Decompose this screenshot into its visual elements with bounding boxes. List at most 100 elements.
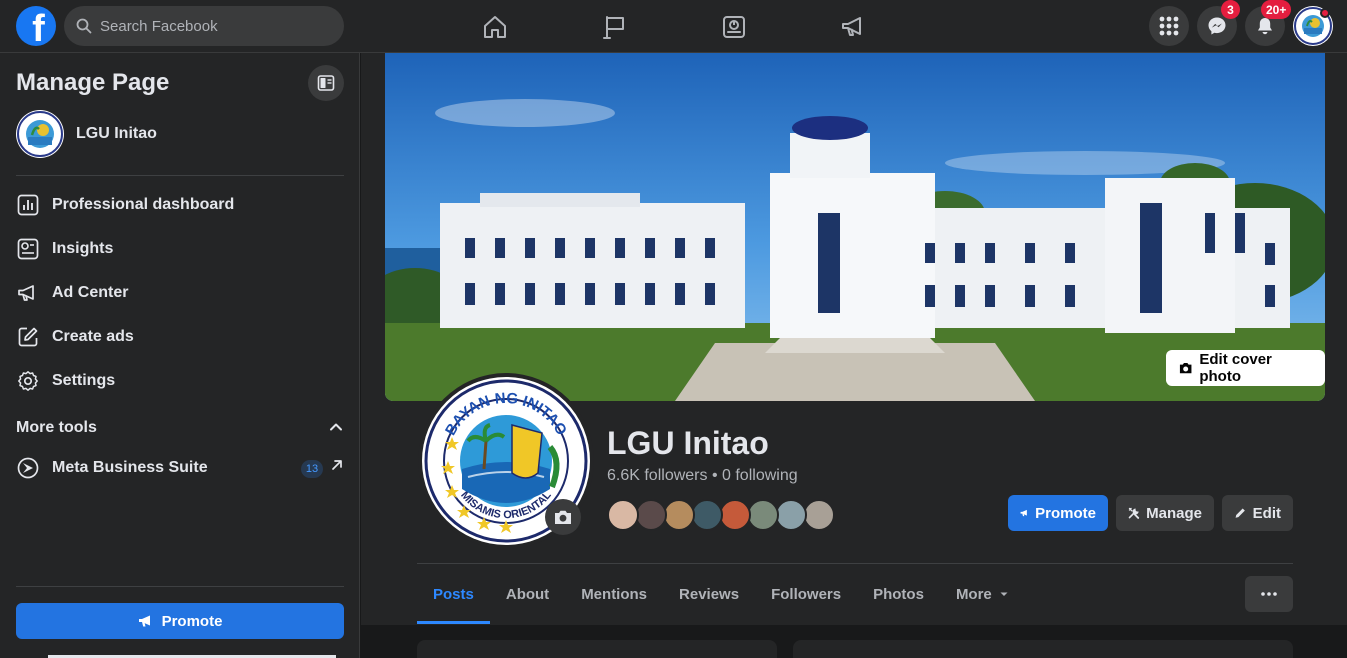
page-avatar xyxy=(16,110,64,158)
composer-card xyxy=(793,640,1293,658)
pencil-square-icon xyxy=(16,325,40,349)
tab-about[interactable]: About xyxy=(490,564,565,624)
follower-avatar[interactable] xyxy=(803,499,835,531)
sidebar-item-label: Create ads xyxy=(52,328,134,345)
sidebar-item-create-ads[interactable]: Create ads xyxy=(8,315,352,359)
sidebar-page-name: LGU Initao xyxy=(76,125,157,142)
follower-avatar[interactable] xyxy=(775,499,807,531)
tab-reviews[interactable]: Reviews xyxy=(663,564,755,624)
collapse-sidebar-button[interactable] xyxy=(308,65,344,101)
menu-button[interactable] xyxy=(1149,6,1189,46)
insights-icon xyxy=(16,237,40,261)
sidebar-item-professional-dashboard[interactable]: Professional dashboard xyxy=(8,183,352,227)
gear-icon xyxy=(16,369,40,393)
edit-cover-photo-button[interactable]: Edit cover photo xyxy=(1166,350,1325,386)
tab-followers[interactable]: Followers xyxy=(755,564,857,624)
messenger-button[interactable]: 3 xyxy=(1197,0,1240,46)
sidebar-item-label: Settings xyxy=(52,372,116,389)
edit-button[interactable]: Edit xyxy=(1222,495,1293,531)
sidebar-promote-label: Promote xyxy=(161,612,223,630)
megaphone-icon xyxy=(1020,509,1027,517)
caret-down-icon xyxy=(1000,592,1008,596)
more-tools-heading[interactable]: More tools xyxy=(16,419,97,437)
external-link-icon xyxy=(332,460,342,470)
follower-avatar[interactable] xyxy=(719,499,751,531)
chevron-up-icon[interactable] xyxy=(328,419,344,435)
more-options-button[interactable] xyxy=(1245,576,1293,612)
meta-business-suite-icon xyxy=(16,456,40,480)
megaphone-icon xyxy=(138,615,150,627)
promote-label: Promote xyxy=(1035,504,1096,522)
cover-photo-image xyxy=(385,53,1325,401)
sidebar-item-insights[interactable]: Insights xyxy=(8,227,352,271)
search-input[interactable] xyxy=(100,17,320,35)
chart-icon xyxy=(16,193,40,217)
facebook-logo[interactable]: f xyxy=(16,6,56,46)
nav-pages[interactable] xyxy=(559,0,671,53)
sidebar-item-ad-center[interactable]: Ad Center xyxy=(8,271,352,315)
sidebar-divider xyxy=(16,175,344,176)
sidebar-page-switcher[interactable]: LGU Initao xyxy=(16,110,157,158)
notifications-badge: 20+ xyxy=(1261,0,1292,19)
camera-icon xyxy=(1179,363,1192,374)
messenger-icon xyxy=(1208,17,1226,35)
sidebar-item-label: Ad Center xyxy=(52,284,129,301)
facebook-logo-letter: f xyxy=(32,8,45,46)
follower-avatar[interactable] xyxy=(607,499,639,531)
intro-card xyxy=(417,640,777,658)
page-stats: 6.6K followers • 0 following xyxy=(607,467,798,485)
camera-icon xyxy=(555,510,571,524)
sidebar-toggle-icon xyxy=(317,75,335,91)
bell-icon xyxy=(1258,18,1272,35)
pencil-icon xyxy=(1235,508,1245,518)
follower-avatar[interactable] xyxy=(691,499,723,531)
nav-dashboard[interactable] xyxy=(678,0,790,53)
tab-more[interactable]: More xyxy=(940,564,1026,624)
stats-separator: • xyxy=(711,467,718,484)
search-box[interactable] xyxy=(64,6,344,46)
manage-page-sidebar: Manage Page LGU Initao Professional dash… xyxy=(0,53,360,658)
follower-avatar[interactable] xyxy=(635,499,667,531)
pages-flag-icon xyxy=(603,15,624,39)
page-tabs: Posts About Mentions Reviews Followers P… xyxy=(417,564,1026,624)
manage-button[interactable]: Manage xyxy=(1116,495,1214,531)
following-count-link[interactable]: 0 following xyxy=(722,467,798,484)
update-profile-picture-button[interactable] xyxy=(545,499,581,535)
notifications-button[interactable]: 20+ xyxy=(1245,0,1292,46)
ellipsis-icon xyxy=(1261,592,1277,596)
sidebar-title: Manage Page xyxy=(16,69,170,96)
messenger-badge: 3 xyxy=(1221,0,1240,19)
tab-posts[interactable]: Posts xyxy=(417,564,490,624)
tab-more-label: More xyxy=(955,585,992,603)
tab-mentions[interactable]: Mentions xyxy=(565,564,663,624)
sidebar-item-label: Meta Business Suite xyxy=(52,459,208,476)
page-header: Edit cover photo BAYAN NG INITAO MISAMIS… xyxy=(361,53,1347,625)
follower-avatar[interactable] xyxy=(747,499,779,531)
sidebar-item-settings[interactable]: Settings xyxy=(8,359,352,403)
nav-ad-center[interactable] xyxy=(797,0,909,53)
sidebar-item-label: Insights xyxy=(52,240,114,257)
search-icon xyxy=(76,18,92,34)
meta-business-count-badge: 13 xyxy=(301,460,323,478)
home-icon xyxy=(484,15,506,38)
promote-button[interactable]: Promote xyxy=(1008,495,1108,531)
tools-icon xyxy=(1128,507,1140,519)
account-alert-dot xyxy=(1320,8,1330,18)
page-main-area: Edit cover photo BAYAN NG INITAO MISAMIS… xyxy=(361,53,1347,658)
page-title: LGU Initao xyxy=(607,425,769,461)
lgu-seal-icon xyxy=(17,111,63,157)
follower-avatar[interactable] xyxy=(663,499,695,531)
grid-menu-icon xyxy=(1159,16,1179,36)
nav-home[interactable] xyxy=(439,0,551,53)
sidebar-divider xyxy=(16,586,344,587)
followers-count-link[interactable]: 6.6K followers xyxy=(607,467,708,484)
edit-label: Edit xyxy=(1252,504,1281,522)
megaphone-icon xyxy=(16,281,40,305)
edit-cover-label: Edit cover photo xyxy=(1199,351,1272,385)
tab-photos[interactable]: Photos xyxy=(857,564,940,624)
sidebar-promote-button[interactable]: Promote xyxy=(16,603,344,639)
sidebar-item-meta-business-suite[interactable]: Meta Business Suite 13 xyxy=(8,446,352,490)
cover-photo[interactable]: Edit cover photo xyxy=(385,53,1325,401)
megaphone-icon xyxy=(842,16,861,36)
manage-label: Manage xyxy=(1146,504,1202,522)
